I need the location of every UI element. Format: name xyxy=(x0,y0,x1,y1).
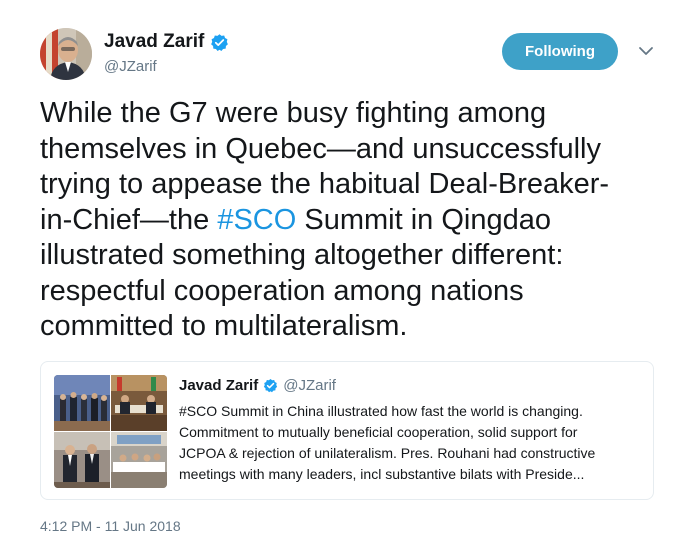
tweet-card: Javad Zarif @JZarif Following While the … xyxy=(0,0,688,540)
quoted-author-name[interactable]: Javad Zarif xyxy=(179,377,258,394)
avatar-photo xyxy=(40,28,92,80)
tweet-text-line: themselves in Quebec—and unsuccessfully xyxy=(40,132,601,165)
quoted-tweet-header[interactable]: Javad Zarif @JZarif xyxy=(179,377,336,394)
quoted-tweet-card[interactable]: Javad Zarif @JZarif #SCO Summit in China… xyxy=(40,361,654,500)
media-thumbnail[interactable] xyxy=(111,375,167,431)
media-thumbnail[interactable] xyxy=(54,375,110,431)
tweet-text: While the G7 were busy fighting among th… xyxy=(40,96,640,345)
tweet-text-line: While the G7 were busy fighting among xyxy=(40,97,547,129)
tweet-text-line: trying to appease the habitual Deal-Brea… xyxy=(40,168,610,200)
tweet-text-line: in-Chief—the #SCO Summit in Qingdao xyxy=(40,203,640,239)
quoted-tweet-text: #SCO Summit in China illustrated how fas… xyxy=(179,401,649,485)
author-name[interactable]: Javad Zarif xyxy=(104,31,204,53)
author-name-row[interactable]: Javad Zarif xyxy=(104,31,229,53)
tweet-text-segment: Summit in Qingdao xyxy=(296,203,551,236)
quoted-text-line: meetings with many leaders, incl substan… xyxy=(179,466,585,482)
tweet-text-line: respectful cooperation among nations xyxy=(40,274,524,307)
quoted-text-line: #SCO Summit in China illustrated how fas… xyxy=(179,403,583,419)
following-button[interactable]: Following xyxy=(502,33,618,70)
quoted-tweet-media-grid[interactable] xyxy=(54,375,167,488)
tweet-timestamp[interactable]: 4:12 PM - 11 Jun 2018 xyxy=(40,517,181,535)
verified-badge-icon xyxy=(263,378,278,393)
author-handle[interactable]: @JZarif xyxy=(104,58,157,76)
tweet-text-line: illustrated something altogether differe… xyxy=(40,239,564,271)
quoted-text-line: JCPOA & rejection of unilateralism. Pres… xyxy=(179,445,596,461)
chevron-down-icon[interactable] xyxy=(638,44,654,56)
verified-badge-icon xyxy=(210,33,229,52)
media-thumbnail[interactable] xyxy=(54,432,110,488)
avatar[interactable] xyxy=(40,28,92,80)
tweet-text-line: committed to multilateralism. xyxy=(40,310,408,342)
hashtag-link[interactable]: #SCO xyxy=(217,204,296,236)
quoted-author-handle[interactable]: @JZarif xyxy=(283,377,336,394)
media-thumbnail[interactable] xyxy=(111,432,167,488)
quoted-text-line: Commitment to mutually beneficial cooper… xyxy=(179,424,578,440)
tweet-text-segment: in-Chief—the xyxy=(40,203,218,236)
